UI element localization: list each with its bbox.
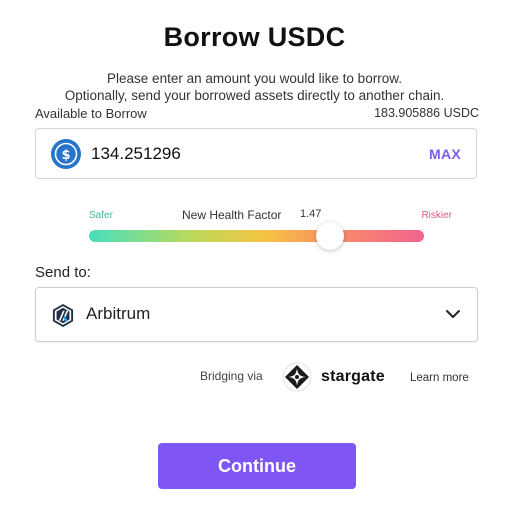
amount-input[interactable]: [91, 143, 391, 165]
available-value: 183.905886 USDC: [374, 106, 479, 120]
arbitrum-icon: [52, 303, 74, 328]
bridging-via-label: Bridging via: [200, 369, 263, 383]
page-title: Borrow USDC: [163, 22, 346, 52]
send-to-label: Send to:: [35, 264, 91, 281]
learn-more-link[interactable]: Learn more: [410, 372, 469, 384]
chain-select[interactable]: Arbitrum: [35, 287, 478, 342]
max-button[interactable]: MAX: [429, 146, 461, 162]
svg-text:$: $: [61, 148, 70, 163]
selected-chain: Arbitrum: [86, 304, 151, 323]
description-line-1: Please enter an amount you would like to…: [107, 71, 402, 86]
health-factor-safer-label: Safer: [89, 210, 113, 221]
health-factor-bar: [89, 230, 424, 242]
available-label: Available to Borrow: [35, 106, 147, 121]
usdc-icon: $: [51, 139, 81, 169]
health-factor-indicator: [316, 222, 345, 250]
description: Please enter an amount you would like to…: [0, 70, 509, 104]
stargate-name: stargate: [321, 368, 385, 385]
health-factor-label: New Health Factor: [182, 208, 282, 222]
health-factor-value: 1.47: [300, 208, 322, 220]
stargate-logo-icon: [282, 362, 312, 392]
chevron-down-icon: [446, 310, 460, 318]
continue-button[interactable]: Continue: [158, 443, 356, 489]
amount-field[interactable]: $ MAX: [35, 128, 477, 179]
description-line-2: Optionally, send your borrowed assets di…: [64, 88, 445, 103]
health-factor-riskier-label: Riskier: [421, 210, 452, 221]
